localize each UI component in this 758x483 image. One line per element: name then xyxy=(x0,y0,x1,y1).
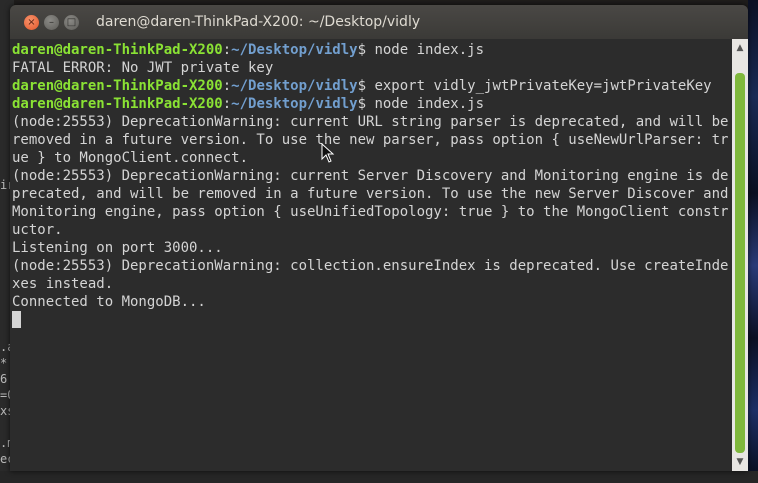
output-line: Connected to MongoDB... xyxy=(12,294,206,310)
mouse-pointer-icon xyxy=(321,143,335,163)
prompt-path: ~/Desktop/vidly xyxy=(231,42,358,58)
terminal-line-5: daren@daren-ThinkPad-X200:~/Desktop/vidl… xyxy=(12,96,484,112)
scroll-up-arrow-icon[interactable]: ▲ xyxy=(734,41,746,55)
window-titlebar[interactable]: × – □ daren@daren-ThinkPad-X200: ~/Deskt… xyxy=(10,5,748,39)
terminal-line-3: daren@daren-ThinkPad-X200:~/Desktop/vidl… xyxy=(12,78,712,94)
minimize-window-button[interactable]: – xyxy=(44,15,59,30)
terminal-text: daren@daren-ThinkPad-X200:~/Desktop/vidl… xyxy=(12,41,732,329)
output-line: (node:25553) DeprecationWarning: current… xyxy=(12,168,729,238)
terminal-cursor xyxy=(12,311,21,328)
prompt-separator: : xyxy=(222,78,232,94)
command-text: export vidly_jwtPrivateKey=jwtPrivateKey xyxy=(374,78,712,94)
prompt-separator: : xyxy=(222,96,232,112)
prompt-user: daren@daren-ThinkPad-X200 xyxy=(12,42,223,58)
prompt-user: daren@daren-ThinkPad-X200 xyxy=(12,96,223,112)
window-title: daren@daren-ThinkPad-X200: ~/Desktop/vid… xyxy=(96,14,421,30)
prompt-symbol: $ xyxy=(357,96,375,112)
scrollbar-thumb[interactable] xyxy=(735,73,745,453)
prompt-symbol: $ xyxy=(357,42,375,58)
terminal-scrollbar[interactable]: ▲ ▼ xyxy=(732,39,748,471)
prompt-symbol: $ xyxy=(357,78,375,94)
desktop-wallpaper-strip xyxy=(748,0,758,483)
terminal-line-1: daren@daren-ThinkPad-X200:~/Desktop/vidl… xyxy=(12,42,484,58)
terminal-window[interactable]: × – □ daren@daren-ThinkPad-X200: ~/Deskt… xyxy=(10,5,748,471)
close-window-button[interactable]: × xyxy=(24,15,39,30)
output-line: Listening on port 3000... xyxy=(12,240,223,256)
prompt-separator: : xyxy=(222,42,232,58)
command-text: node index.js xyxy=(374,96,485,112)
scroll-down-arrow-icon[interactable]: ▼ xyxy=(734,455,746,469)
terminal-output-area[interactable]: daren@daren-ThinkPad-X200:~/Desktop/vidl… xyxy=(10,39,732,471)
command-text: node index.js xyxy=(374,42,485,58)
prompt-user: daren@daren-ThinkPad-X200 xyxy=(12,78,223,94)
background-bottom-strip xyxy=(0,471,758,483)
output-line: (node:25553) DeprecationWarning: current… xyxy=(12,114,729,166)
maximize-window-button[interactable]: □ xyxy=(64,15,79,30)
prompt-path: ~/Desktop/vidly xyxy=(231,96,358,112)
output-line: FATAL ERROR: No JWT private key xyxy=(12,60,274,76)
output-line: (node:25553) DeprecationWarning: collect… xyxy=(12,258,729,292)
prompt-path: ~/Desktop/vidly xyxy=(231,78,358,94)
